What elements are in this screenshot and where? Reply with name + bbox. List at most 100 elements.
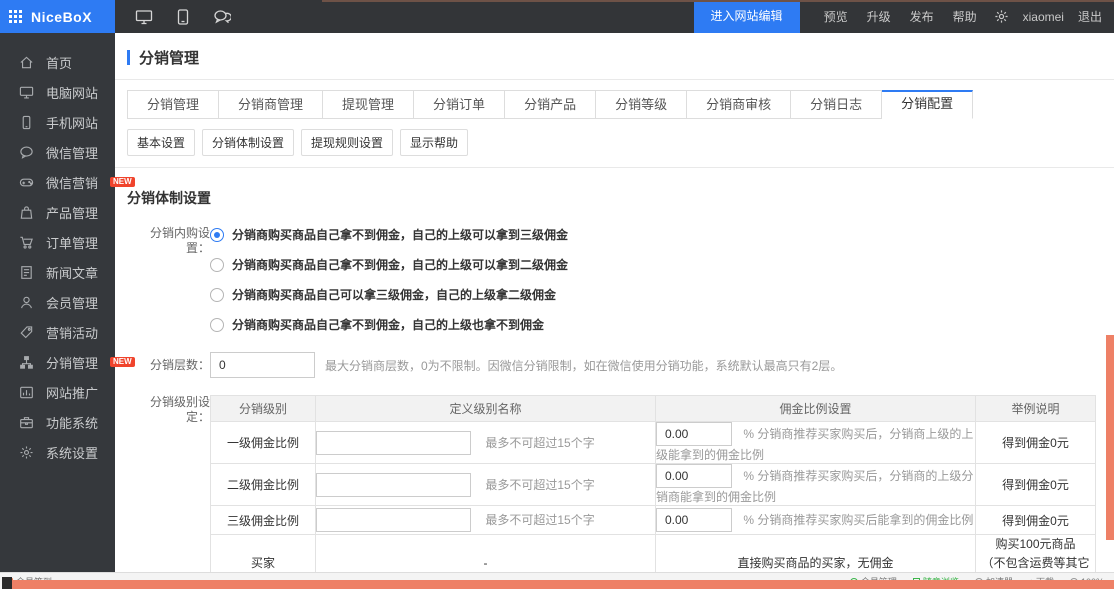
monitor-icon	[19, 85, 34, 100]
background-window-bottom-edge	[8, 580, 1114, 589]
sidebar: 首页 电脑网站 手机网站 微信管理 微信营销 NEW 产品管理 订单管理 新闻文…	[0, 33, 115, 572]
tab-distribution-config[interactable]: 分销配置	[882, 90, 973, 119]
tab-withdrawal-management[interactable]: 提现管理	[323, 90, 414, 119]
tab-distribution-log[interactable]: 分销日志	[791, 90, 882, 119]
help-link[interactable]: 帮助	[953, 8, 977, 25]
sidebar-item-home[interactable]: 首页	[0, 47, 115, 77]
taskbar-corner	[2, 577, 12, 589]
desktop-view-icon[interactable]	[135, 9, 153, 25]
buyer-example-line1: 购买100元商品	[976, 535, 1095, 554]
page-title: 分销管理	[139, 47, 199, 68]
level2-rate-input[interactable]	[656, 464, 732, 488]
radio-option-label: 分销商购买商品自己拿不到佣金，自己的上级可以拿到三级佣金	[232, 226, 568, 243]
sidebar-item-label: 分销管理	[46, 353, 98, 372]
radio-option-2[interactable]: 分销商购买商品自己拿不到佣金，自己的上级可以拿到二级佣金	[210, 256, 568, 273]
account-username[interactable]: xiaomei	[1023, 10, 1064, 24]
level2-name-input[interactable]	[316, 473, 471, 497]
sidebar-item-member-management[interactable]: 会员管理	[0, 287, 115, 317]
buyer-example-line2: （不包含运费等其它费用）	[976, 554, 1095, 572]
level3-name-input[interactable]	[316, 508, 471, 532]
section-heading-distribution-system: 分销体制设置	[127, 188, 1114, 208]
level-name: 二级佣金比例	[211, 464, 316, 506]
tab-distribution-management[interactable]: 分销管理	[127, 90, 219, 119]
window-top-edge	[322, 0, 1114, 2]
sidebar-item-label: 功能系统	[46, 413, 98, 432]
radio-option-1[interactable]: 分销商购买商品自己拿不到佣金，自己的上级可以拿到三级佣金	[210, 226, 568, 243]
radio-button[interactable]	[210, 258, 224, 272]
sidebar-item-site-promotion[interactable]: 网站推广	[0, 377, 115, 407]
subtab-distribution-system-settings[interactable]: 分销体制设置	[202, 129, 294, 156]
level-name: 一级佣金比例	[211, 422, 316, 464]
radio-option-3[interactable]: 分销商购买商品自己可以拿三级佣金，自己的上级拿二级佣金	[210, 286, 568, 303]
sidebar-item-system-settings[interactable]: 系统设置	[0, 437, 115, 467]
new-badge: NEW	[110, 177, 135, 188]
commission-grade-table: 分销级别 定义级别名称 佣金比例设置 举例说明 一级佣金比例 最多不可超过15个…	[210, 395, 1096, 572]
sidebar-item-wechat-management[interactable]: 微信管理	[0, 137, 115, 167]
subtab-withdrawal-rule-settings[interactable]: 提现规则设置	[301, 129, 393, 156]
grade-setting-label: 分销级别设定：	[127, 395, 210, 572]
sidebar-item-label: 网站推广	[46, 383, 98, 402]
settings-gear-icon[interactable]	[994, 9, 1009, 24]
divider	[115, 79, 1114, 80]
radio-button-selected[interactable]	[210, 228, 224, 242]
subtab-bar: 基本设置 分销体制设置 提现规则设置 显示帮助	[127, 129, 1114, 156]
sidebar-item-news-articles[interactable]: 新闻文章	[0, 257, 115, 287]
mobile-view-icon[interactable]	[177, 9, 189, 25]
col-header-level: 分销级别	[211, 396, 316, 422]
radio-button[interactable]	[210, 318, 224, 332]
table-header-row: 分销级别 定义级别名称 佣金比例设置 举例说明	[211, 396, 1096, 422]
main-content: 分销管理 分销管理 分销商管理 提现管理 分销订单 分销产品 分销等级 分销商审…	[115, 33, 1114, 572]
sidebar-item-marketing-activities[interactable]: 营销活动	[0, 317, 115, 347]
sidebar-item-function-system[interactable]: 功能系统	[0, 407, 115, 437]
level1-name-input[interactable]	[316, 431, 471, 455]
sidebar-item-label: 电脑网站	[46, 83, 98, 102]
col-header-name: 定义级别名称	[316, 396, 656, 422]
sidebar-item-label: 微信管理	[46, 143, 98, 162]
sidebar-item-wechat-marketing[interactable]: 微信营销 NEW	[0, 167, 115, 197]
radio-option-4[interactable]: 分销商购买商品自己拿不到佣金，自己的上级也拿不到佣金	[210, 316, 568, 333]
col-header-rate: 佣金比例设置	[656, 396, 976, 422]
distribution-levels-input[interactable]	[210, 352, 315, 378]
topbar-right: 进入网站编辑 预览 升级 发布 帮助 xiaomei 退出	[694, 0, 1114, 33]
tab-distributor-review[interactable]: 分销商审核	[687, 90, 791, 119]
rate-description: % 分销商推荐买家购买后能拿到的佣金比例	[743, 513, 973, 527]
sidebar-item-label: 营销活动	[46, 323, 98, 342]
internal-purchase-setting-row: 分销内购设置： 分销商购买商品自己拿不到佣金，自己的上级可以拿到三级佣金 分销商…	[127, 226, 1114, 346]
enter-site-editor-button[interactable]: 进入网站编辑	[694, 0, 800, 33]
tab-bar: 分销管理 分销商管理 提现管理 分销订单 分销产品 分销等级 分销商审核 分销日…	[127, 90, 1114, 119]
tab-distributor-management[interactable]: 分销商管理	[219, 90, 323, 119]
buyer-example: 购买100元商品 （不包含运费等其它费用）	[976, 535, 1096, 573]
sidebar-item-pc-site[interactable]: 电脑网站	[0, 77, 115, 107]
example-value: 得到佣金0元	[976, 464, 1096, 506]
tab-distribution-products[interactable]: 分销产品	[505, 90, 596, 119]
subtab-show-help[interactable]: 显示帮助	[400, 129, 468, 156]
logout-link[interactable]: 退出	[1078, 8, 1102, 25]
level1-rate-input[interactable]	[656, 422, 732, 446]
tab-distribution-levels[interactable]: 分销等级	[596, 90, 687, 119]
app-logo[interactable]: NiceBoX	[0, 0, 115, 33]
wechat-view-icon[interactable]	[213, 9, 231, 24]
preview-link[interactable]: 预览	[824, 8, 848, 25]
radio-button[interactable]	[210, 288, 224, 302]
subtab-basic-settings[interactable]: 基本设置	[127, 129, 195, 156]
sidebar-item-product-management[interactable]: 产品管理	[0, 197, 115, 227]
name-length-hint: 最多不可超过15个字	[485, 478, 594, 492]
name-length-hint: 最多不可超过15个字	[485, 513, 594, 527]
internal-purchase-options: 分销商购买商品自己拿不到佣金，自己的上级可以拿到三级佣金 分销商购买商品自己拿不…	[210, 226, 568, 346]
cart-icon	[19, 235, 34, 250]
sidebar-item-distribution-management[interactable]: 分销管理 NEW	[0, 347, 115, 377]
briefcase-icon	[19, 415, 34, 430]
grid-menu-icon[interactable]	[9, 10, 22, 23]
background-window-right-edge	[1106, 335, 1114, 540]
upgrade-link[interactable]: 升级	[867, 8, 891, 25]
sidebar-item-order-management[interactable]: 订单管理	[0, 227, 115, 257]
document-icon	[19, 265, 34, 280]
example-value: 得到佣金0元	[976, 422, 1096, 464]
tab-distribution-orders[interactable]: 分销订单	[414, 90, 505, 119]
publish-link[interactable]: 发布	[910, 8, 934, 25]
sidebar-item-label: 微信营销	[46, 173, 98, 192]
table-row-level3: 三级佣金比例 最多不可超过15个字 % 分销商推荐买家购买后能拿到的佣金比例 得…	[211, 506, 1096, 535]
sidebar-item-mobile-site[interactable]: 手机网站	[0, 107, 115, 137]
level3-rate-input[interactable]	[656, 508, 732, 532]
topbar: NiceBoX 进入网站编辑 预览 升级 发布 帮助	[0, 0, 1114, 33]
